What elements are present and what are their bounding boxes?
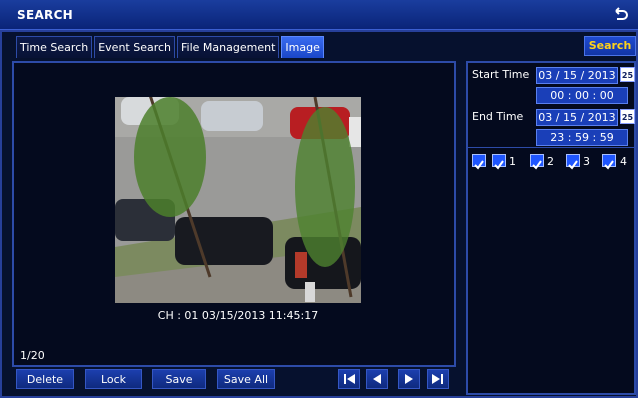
first-page-button[interactable] <box>338 369 360 389</box>
next-page-button[interactable] <box>398 369 420 389</box>
channel-checkbox-3[interactable] <box>566 154 580 170</box>
tab-event-search[interactable]: Event Search <box>94 36 176 58</box>
back-icon[interactable] <box>610 5 630 25</box>
arrow-left-icon <box>373 374 381 384</box>
tab-image[interactable]: Image <box>281 36 324 58</box>
search-button[interactable]: Search <box>584 36 636 56</box>
end-time-label: End Time <box>472 110 524 123</box>
snapshot-scene <box>115 97 361 303</box>
skip-last-icon <box>432 374 443 384</box>
arrow-right-icon <box>405 374 413 384</box>
check-icon <box>604 160 614 170</box>
start-date-field[interactable]: 03 / 15 / 2013 <box>536 67 618 84</box>
end-date-field[interactable]: 03 / 15 / 2013 <box>536 109 618 126</box>
last-page-button[interactable] <box>427 369 449 389</box>
end-time-field[interactable]: 23 : 59 : 59 <box>536 129 628 146</box>
page-title: SEARCH <box>17 8 74 22</box>
check-icon <box>474 160 484 170</box>
check-icon <box>494 160 504 170</box>
tab-file-management[interactable]: File Management <box>177 36 280 58</box>
tab-bar: Time Search Event Search File Management… <box>16 36 324 58</box>
divider <box>468 147 634 148</box>
start-time-field[interactable]: 00 : 00 : 00 <box>536 87 628 104</box>
check-icon <box>532 160 542 170</box>
check-icon <box>568 160 578 170</box>
page-counter: 1/20 <box>20 349 45 362</box>
snapshot-image <box>115 97 361 303</box>
channel-label-1: 1 <box>509 155 516 168</box>
end-calendar-icon[interactable]: 25 <box>620 109 635 124</box>
start-calendar-icon[interactable]: 25 <box>620 67 635 82</box>
channel-checkbox-1[interactable] <box>492 154 506 170</box>
lock-button[interactable]: Lock <box>85 369 142 389</box>
save-all-button[interactable]: Save All <box>217 369 275 389</box>
skip-first-icon <box>344 374 355 384</box>
channel-label-2: 2 <box>547 155 554 168</box>
start-time-label: Start Time <box>472 68 530 81</box>
delete-button[interactable]: Delete <box>16 369 74 389</box>
tab-time-search[interactable]: Time Search <box>16 36 93 58</box>
channel-checkbox-2[interactable] <box>530 154 544 170</box>
title-bar: SEARCH <box>0 0 638 30</box>
save-button[interactable]: Save <box>152 369 206 389</box>
channel-label-4: 4 <box>620 155 627 168</box>
previous-page-button[interactable] <box>366 369 388 389</box>
snapshot-caption: CH : 01 03/15/2013 11:45:17 <box>157 309 319 322</box>
channel-label-3: 3 <box>583 155 590 168</box>
channel-checkbox-4[interactable] <box>602 154 616 170</box>
select-all-checkbox[interactable] <box>472 154 486 170</box>
